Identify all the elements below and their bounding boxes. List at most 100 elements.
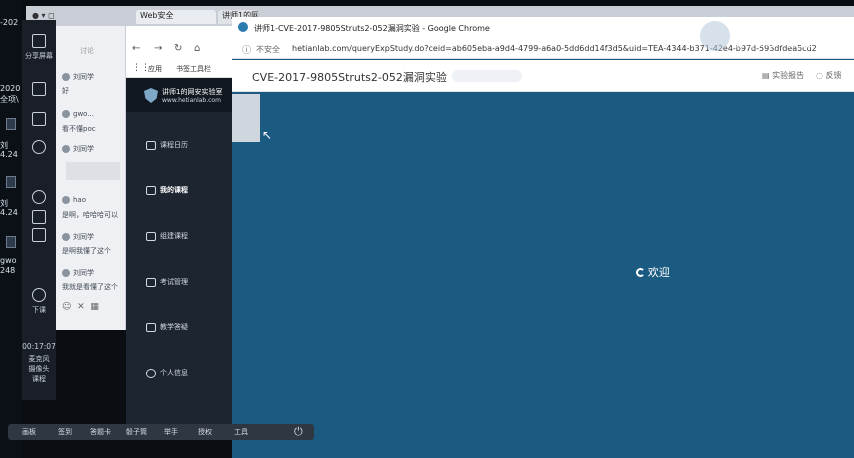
toolbar-item[interactable]: 骰子筒	[126, 427, 147, 437]
loading-text: 欢迎	[647, 266, 670, 279]
chat-panel: 讨论 刘同学 好 gwo... 看不懂poc 刘同学 hao 是啊，哈哈哈可以 …	[56, 26, 126, 330]
dock-note: 麦克风	[28, 355, 50, 363]
class-timer: 00:17:07	[22, 342, 56, 351]
toolbar-item[interactable]: 签到	[58, 427, 72, 437]
report-button[interactable]: ▤ 实验报告	[762, 70, 804, 81]
classroom-dock: 分享屏幕 下课 00:17:07 麦克风 摄像头 课程	[22, 20, 56, 400]
sidebar-item-label: 教学答疑	[160, 323, 188, 331]
vm-overlay-strip	[232, 94, 260, 142]
lab-page-header: CVE-2017-9805Struts2-052漏洞实验 ▤ 实验报告 ◌ 反馈	[232, 60, 854, 92]
chat-message: 刘同学	[62, 144, 94, 154]
settings-button[interactable]	[22, 190, 56, 207]
sidebar-item-exam[interactable]: 考试管理	[146, 277, 188, 287]
whiteboard-button[interactable]	[22, 112, 56, 129]
sidebar-item-label: 我的课程	[160, 186, 188, 194]
toolbar-item[interactable]: 答题卡	[90, 427, 111, 437]
desktop-label: -202	[0, 18, 19, 27]
feedback-label: 反馈	[825, 71, 842, 80]
sidebar-item-profile[interactable]: 个人信息	[146, 368, 188, 378]
loading-indicator: 欢迎	[636, 264, 670, 280]
chat-name: 刘同学	[73, 233, 94, 241]
classroom-toolbar: 画板 签到 答题卡 骰子筒 举手 授权 工具 ⏻	[8, 424, 314, 440]
avatar	[62, 73, 70, 81]
toolbar-item[interactable]: 工具	[234, 427, 248, 437]
forward-icon[interactable]: →	[154, 43, 162, 54]
lab-logo-url: www.hetianlab.com	[162, 97, 221, 104]
user-icon	[146, 368, 156, 378]
chat-name: 刘同学	[73, 145, 94, 153]
desktop-label: 4.24	[0, 208, 18, 217]
power-icon	[32, 288, 46, 302]
toolbar-item[interactable]: 举手	[164, 427, 178, 437]
volume-button[interactable]	[22, 210, 56, 227]
chat-toolbar: ☺ ✕ ▦	[62, 302, 99, 312]
window-title: 讲师1-CVE-2017-9805Struts2-052漏洞实验 - Googl…	[254, 24, 490, 33]
volume-icon	[32, 210, 46, 224]
chrome-app-icon	[238, 22, 248, 32]
bookmark-toolbar[interactable]: 书签工具栏	[176, 64, 211, 74]
toolbar-item[interactable]: 授权	[198, 427, 212, 437]
page-title: CVE-2017-9805Struts2-052漏洞实验	[252, 71, 447, 84]
desktop-file-icon[interactable]	[6, 236, 16, 248]
share-screen-button[interactable]: 分享屏幕	[22, 34, 56, 61]
home-icon[interactable]: ⌂	[194, 43, 200, 54]
desktop-label: 2020	[0, 84, 21, 93]
tab-web-security[interactable]: Web安全	[136, 10, 216, 24]
chat-name: gwo...	[73, 110, 95, 118]
shield-icon	[144, 88, 158, 103]
calendar-icon	[146, 140, 156, 150]
dock-label: 下课	[32, 306, 46, 314]
lab-logo-title: 讲师1的网安实验室	[162, 88, 223, 96]
lab-sidebar: 讲师1的网安实验室 www.hetianlab.com 课程日历 我的课程 组建…	[126, 78, 232, 398]
qa-icon	[146, 322, 156, 332]
close-icon[interactable]: ✕	[77, 302, 85, 312]
mouse-cursor: ↖	[262, 128, 273, 142]
desktop-file-icon[interactable]	[6, 176, 16, 188]
whiteboard-icon	[32, 112, 46, 126]
bookmark-bar: ⋮⋮ 应用 书签工具栏	[126, 60, 236, 78]
power-icon[interactable]: ⏻	[294, 425, 303, 439]
chat-name: 刘同学	[73, 73, 94, 81]
dock-note: 摄像头	[28, 365, 50, 373]
chat-text: 是啊，哈哈哈可以	[62, 211, 118, 219]
music-button[interactable]	[22, 228, 56, 245]
emoji-icon[interactable]: ☺	[62, 302, 71, 312]
lab-logo-area: 讲师1的网安实验室 www.hetianlab.com	[126, 78, 232, 112]
bookmark-apps[interactable]: 应用	[148, 64, 162, 74]
sidebar-item-build-course[interactable]: 组建课程	[146, 231, 188, 241]
chat-text: 是啊我懂了这个	[62, 247, 111, 255]
book-icon	[146, 185, 156, 195]
watermark-text: 腾讯课堂	[736, 27, 816, 51]
feedback-button[interactable]: ◌ 反馈	[816, 70, 842, 81]
image-icon[interactable]: ▦	[90, 302, 99, 312]
desktop-label: 248	[0, 266, 16, 275]
chat-name: hao	[73, 196, 87, 204]
chat-message: 刘同学	[62, 232, 94, 242]
chat-image[interactable]	[66, 162, 120, 180]
timer-button[interactable]	[22, 140, 56, 157]
chat-message: 刘同学	[62, 72, 94, 82]
avatar	[62, 269, 70, 277]
pen-button[interactable]	[22, 82, 56, 99]
chat-text: 我就是看懂了这个	[62, 283, 118, 291]
avatar	[62, 196, 70, 204]
desktop-file-icon[interactable]	[6, 118, 16, 130]
sidebar-item-my-courses[interactable]: 我的课程	[146, 185, 188, 195]
end-class-button[interactable]: 下课	[22, 288, 56, 315]
avatar	[62, 233, 70, 241]
back-icon[interactable]: ←	[132, 43, 140, 54]
tencent-logo-icon	[700, 21, 730, 51]
sidebar-item-qa[interactable]: 教学答疑	[146, 322, 188, 332]
dock-note: 课程	[32, 375, 46, 383]
chat-name: 刘同学	[73, 269, 94, 277]
feedback-icon: ◌	[816, 71, 826, 80]
info-icon[interactable]: ⓘ	[242, 43, 251, 56]
tencent-classroom-watermark: 腾讯课堂	[700, 17, 854, 57]
chat-text: 看不懂poc	[62, 125, 96, 133]
desktop-label: gwo	[0, 256, 17, 265]
avatar	[62, 110, 70, 118]
toolbar-item[interactable]: 画板	[22, 427, 36, 437]
reload-icon[interactable]: ↻	[174, 43, 182, 54]
sidebar-item-calendar[interactable]: 课程日历	[146, 140, 188, 150]
avatar	[62, 145, 70, 153]
